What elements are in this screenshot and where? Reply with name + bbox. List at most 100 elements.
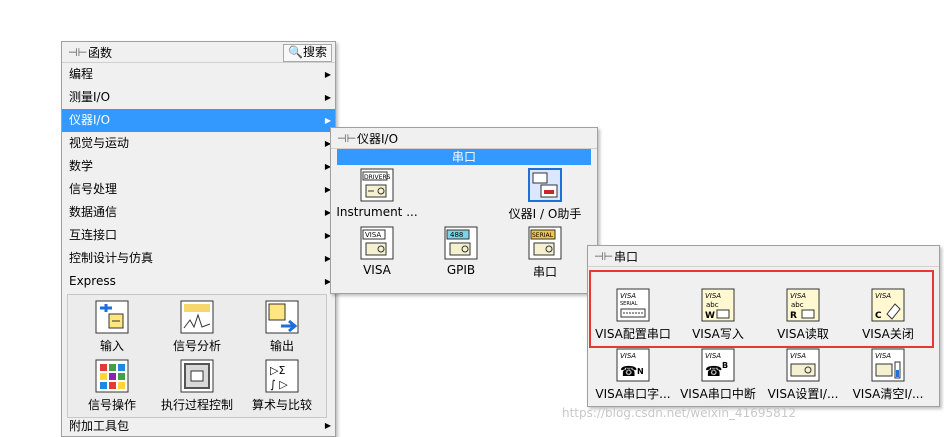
submenu-arrow-icon: ▶ bbox=[324, 421, 331, 430]
palette-item-instrument-io-assistant[interactable]: 仪器I / O助手 bbox=[503, 168, 587, 222]
serial-title: 串口 bbox=[614, 249, 639, 264]
instrument-drivers-icon: DRIVERS bbox=[360, 168, 394, 202]
express-item-execution-control[interactable]: 执行过程控制 bbox=[155, 359, 239, 413]
express-item-label: 执行过程控制 bbox=[160, 398, 233, 412]
express-palette: 输入 信号分析 输出 信号操作 执行过程控制 ▷Σ ∫ ▷ 算术与比较 bbox=[67, 294, 327, 418]
menu-item-label: 互连接口 bbox=[69, 228, 118, 242]
input-icon bbox=[95, 300, 129, 334]
watermark-text: https://blog.csdn.net/weixin_41695812 bbox=[562, 406, 797, 420]
palette-item-label: 仪器I / O助手 bbox=[508, 207, 582, 221]
menu-item-label: 测量I/O bbox=[69, 90, 111, 104]
svg-text:▷Σ: ▷Σ bbox=[270, 364, 285, 377]
palette-item-gpib[interactable]: 488 GPIB bbox=[419, 226, 503, 277]
arithmetic-comparison-icon: ▷Σ∫ ▷ bbox=[265, 359, 299, 393]
pin-icon[interactable]: ⊣⊢ bbox=[337, 132, 356, 145]
menu-item-data-communication[interactable]: 数据通信 ▶ bbox=[62, 201, 335, 224]
menu-item-label: 数学 bbox=[69, 159, 94, 173]
functions-title: 函数 bbox=[88, 45, 113, 60]
palette-item-label: VISA bbox=[363, 263, 391, 277]
express-item-label: 信号分析 bbox=[172, 339, 221, 353]
menu-item-programming[interactable]: 编程 ▶ bbox=[62, 63, 335, 86]
svg-text:N: N bbox=[637, 367, 644, 376]
menu-item-label: 仪器I/O bbox=[69, 113, 111, 127]
svg-text:VISA: VISA bbox=[365, 231, 381, 239]
palette-item-label: 串口 bbox=[532, 265, 557, 279]
express-item-label: 输出 bbox=[269, 339, 294, 353]
pin-icon[interactable]: ⊣⊢ bbox=[594, 250, 613, 263]
menu-item-connectivity[interactable]: 互连接口 ▶ bbox=[62, 224, 335, 247]
palette-item-label: Instrument ... bbox=[336, 205, 418, 219]
instrument-io-title: 仪器I/O bbox=[357, 131, 399, 146]
palette-item-serial[interactable]: SERIAL 串口 bbox=[503, 226, 587, 280]
svg-text:∫ ▷: ∫ ▷ bbox=[270, 378, 288, 391]
visa-serial-break-icon: VISA ☎ N bbox=[616, 348, 650, 382]
palette-item-label: VISA设置I/... bbox=[767, 387, 839, 401]
palette-item-label: VISA串口字... bbox=[595, 387, 671, 401]
menu-item-vision-motion[interactable]: 视觉与运动 ▶ bbox=[62, 132, 335, 155]
palette-item-instrument-drivers[interactable]: DRIVERS Instrument ... bbox=[335, 168, 419, 219]
svg-text:☎: ☎ bbox=[705, 364, 722, 380]
highlight-box bbox=[589, 270, 934, 348]
menu-item-instrument-io[interactable]: 仪器I/O ▶ bbox=[62, 109, 335, 132]
serial-titlebar: ⊣⊢ 串口 bbox=[588, 246, 939, 267]
svg-text:SERIAL: SERIAL bbox=[532, 232, 554, 239]
section-header-label: 串口 bbox=[451, 150, 476, 164]
palette-item-visa-serial-break[interactable]: VISA ☎ N VISA串口字... bbox=[591, 348, 675, 402]
express-item-signal-analysis[interactable]: 信号分析 bbox=[155, 300, 239, 354]
signal-analysis-icon bbox=[180, 300, 214, 334]
palette-item-visa[interactable]: VISA VISA bbox=[335, 226, 419, 277]
search-label: 搜索 bbox=[302, 45, 327, 59]
search-icon: 🔍 bbox=[288, 45, 303, 59]
palette-item-label: GPIB bbox=[446, 263, 476, 277]
visa-icon: VISA bbox=[360, 226, 394, 260]
svg-text:B: B bbox=[722, 361, 728, 370]
express-item-label: 信号操作 bbox=[87, 398, 136, 412]
svg-text:VISA: VISA bbox=[790, 352, 806, 360]
serial-icon: SERIAL bbox=[528, 226, 562, 260]
menu-item-label: 视觉与运动 bbox=[69, 136, 130, 150]
menu-item-control-design[interactable]: 控制设计与仿真 ▶ bbox=[62, 247, 335, 270]
svg-text:VISA: VISA bbox=[705, 352, 721, 360]
menu-item-label: 数据通信 bbox=[69, 205, 118, 219]
pin-icon[interactable]: ⊣⊢ bbox=[68, 46, 87, 59]
visa-set-buffer-icon: VISA bbox=[786, 348, 820, 382]
menu-list: 编程 ▶ 测量I/O ▶ 仪器I/O ▶ 视觉与运动 ▶ 数学 ▶ 信号处理 ▶ 数据通信 ▶… bbox=[62, 63, 335, 293]
menu-item-label: 控制设计与仿真 bbox=[69, 251, 154, 265]
instrument-io-titlebar: ⊣⊢ 仪器I/O bbox=[331, 128, 597, 149]
gpib-icon: 488 bbox=[444, 226, 478, 260]
express-item-input[interactable]: 输入 bbox=[70, 300, 154, 354]
submenu-arrow-icon: ▶ bbox=[324, 70, 331, 79]
palette-item-label: VISA串口中断 bbox=[680, 387, 756, 401]
svg-text:☎: ☎ bbox=[620, 364, 637, 380]
functions-titlebar: ⊣⊢ 函数 🔍搜索 bbox=[62, 42, 335, 63]
submenu-arrow-icon: ▶ bbox=[324, 93, 331, 102]
instrument-io-assistant-icon bbox=[528, 168, 562, 202]
instrument-io-palette: ⊣⊢ 仪器I/O 串口 DRIVERS Instrument ... 仪器I /… bbox=[330, 127, 598, 294]
functions-palette: ⊣⊢ 函数 🔍搜索 编程 ▶ 测量I/O ▶ 仪器I/O ▶ 视觉与运动 ▶ 数学 ▶ 信… bbox=[61, 41, 336, 437]
menu-item-label: Express bbox=[69, 274, 116, 288]
svg-text:DRIVERS: DRIVERS bbox=[364, 174, 391, 181]
menu-item-express[interactable]: Express ▶ bbox=[62, 270, 335, 293]
svg-text:VISA: VISA bbox=[620, 352, 636, 360]
svg-text:488: 488 bbox=[450, 231, 463, 239]
express-item-output[interactable]: 输出 bbox=[240, 300, 324, 354]
express-item-signal-manipulation[interactable]: 信号操作 bbox=[70, 359, 154, 413]
palette-item-visa-set-buffer[interactable]: VISA VISA设置I/... bbox=[761, 348, 845, 402]
menu-item-addon-toolkits[interactable]: 附加工具包 ▶ bbox=[62, 416, 335, 436]
signal-manipulation-icon bbox=[95, 359, 129, 393]
menu-item-label: 附加工具包 bbox=[69, 419, 130, 433]
search-button[interactable]: 🔍搜索 bbox=[283, 44, 332, 62]
svg-text:VISA: VISA bbox=[875, 352, 891, 360]
palette-item-visa-serial-interrupt[interactable]: VISA ☎ B VISA串口中断 bbox=[676, 348, 760, 402]
menu-item-mathematics[interactable]: 数学 ▶ bbox=[62, 155, 335, 178]
express-item-label: 算术与比较 bbox=[251, 398, 312, 412]
menu-item-label: 信号处理 bbox=[69, 182, 118, 196]
menu-item-measurement-io[interactable]: 测量I/O ▶ bbox=[62, 86, 335, 109]
express-item-arithmetic-comparison[interactable]: ▷Σ ∫ ▷ 算术与比较 bbox=[240, 359, 324, 413]
output-icon bbox=[265, 300, 299, 334]
section-header-serial[interactable]: 串口 bbox=[337, 149, 591, 165]
execution-control-icon bbox=[180, 359, 214, 393]
menu-item-signal-processing[interactable]: 信号处理 ▶ bbox=[62, 178, 335, 201]
palette-item-visa-flush-buffer[interactable]: VISA VISA清空I/... bbox=[846, 348, 930, 402]
visa-serial-interrupt-icon: VISA ☎ B bbox=[701, 348, 735, 382]
